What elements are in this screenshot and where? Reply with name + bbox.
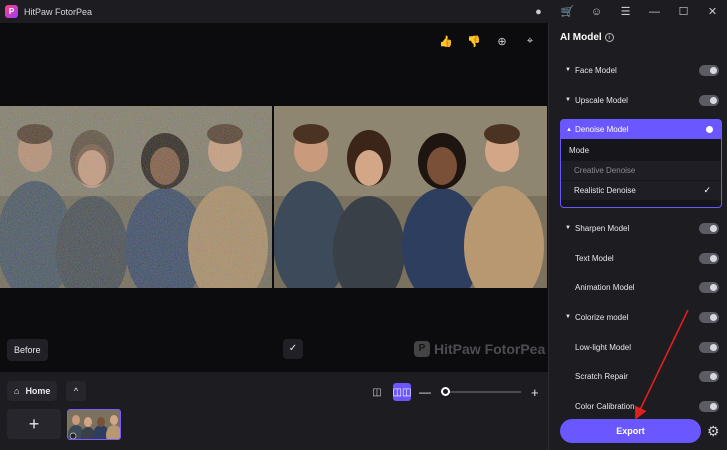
gear-icon[interactable]: ⚙ xyxy=(707,423,720,440)
model-row-denoise[interactable]: ▲ Denoise Model xyxy=(561,120,721,139)
before-image xyxy=(0,106,272,288)
model-label: Text Model xyxy=(575,253,614,263)
watermark-logo-icon: P xyxy=(414,341,430,357)
app-logo: P xyxy=(5,5,18,18)
zoom-out-icon[interactable]: — xyxy=(419,385,431,399)
close-icon[interactable]: ✕ xyxy=(698,5,727,18)
model-label: Low-light Model xyxy=(575,342,632,352)
model-label: Scratch Repair xyxy=(575,371,628,381)
watermark-text: HitPaw FotorPea xyxy=(434,341,546,357)
add-image-button[interactable]: + xyxy=(7,409,61,439)
watermark: P HitPaw FotorPea xyxy=(414,341,545,357)
model-row-sharpen[interactable]: ▼ Sharpen Model xyxy=(549,219,719,237)
discord-icon[interactable]: ● xyxy=(524,6,553,18)
bottom-bar: ⌂ Home ^ + ◫ ◫◫ — + xyxy=(0,372,548,450)
model-label: Animation Model xyxy=(575,282,635,292)
home-button[interactable]: ⌂ Home xyxy=(7,381,58,401)
app-title: HitPaw FotorPea xyxy=(24,6,93,17)
colorize-model-toggle[interactable] xyxy=(699,311,719,323)
collapse-up-button[interactable]: ^ xyxy=(66,381,86,401)
denoise-model-toggle[interactable] xyxy=(695,124,715,135)
model-label: Denoise Model xyxy=(575,125,629,134)
thumbs-down-icon[interactable]: 👎 xyxy=(466,35,482,48)
model-row-color-calibration[interactable]: Color Calibration xyxy=(549,397,719,415)
account-icon[interactable]: ☺ xyxy=(582,6,611,18)
model-row-animation[interactable]: Animation Model xyxy=(549,278,719,296)
mode-label: Mode xyxy=(569,146,590,155)
animation-model-toggle[interactable] xyxy=(699,281,719,293)
caret-icon: ▼ xyxy=(565,225,571,231)
zoom-slider[interactable] xyxy=(441,387,521,396)
side-by-side-view-icon[interactable]: ◫◫ xyxy=(393,383,411,401)
model-label: Color Calibration xyxy=(575,401,635,411)
color-calibration-toggle[interactable] xyxy=(699,400,719,412)
model-row-face[interactable]: ▼ Face Model xyxy=(549,61,719,79)
model-row-scratch-repair[interactable]: Scratch Repair xyxy=(549,367,719,385)
caret-up-icon: ▲ xyxy=(566,126,572,133)
crop-icon[interactable]: ⌖ xyxy=(522,35,538,48)
realistic-denoise-option[interactable]: Realistic Denoise ✓ xyxy=(561,181,721,200)
text-model-toggle[interactable] xyxy=(699,252,719,264)
before-button[interactable]: Before xyxy=(7,339,48,361)
model-label: Upscale Model xyxy=(575,95,628,105)
sharpen-model-toggle[interactable] xyxy=(699,222,719,234)
info-icon[interactable]: i xyxy=(604,32,614,42)
option-label: Realistic Denoise xyxy=(574,186,636,195)
maximize-icon[interactable]: ☐ xyxy=(669,5,698,18)
image-thumbnail[interactable] xyxy=(67,409,121,440)
confirm-check-button[interactable]: ✓ xyxy=(283,339,303,359)
title-bar: P HitPaw FotorPea ● 🛒 ☺ ☰ — ☐ ✕ xyxy=(0,0,727,23)
model-row-low-light[interactable]: Low-light Model xyxy=(549,338,719,356)
model-row-colorize[interactable]: ▼ Colorize model xyxy=(549,308,719,326)
home-label: Home xyxy=(25,386,51,396)
zoom-slider-knob[interactable] xyxy=(441,387,450,396)
home-icon: ⌂ xyxy=(14,386,20,396)
creative-denoise-option[interactable]: Creative Denoise xyxy=(561,161,721,180)
face-model-toggle[interactable] xyxy=(699,64,719,76)
menu-icon[interactable]: ☰ xyxy=(611,5,640,18)
model-label: Colorize model xyxy=(575,312,629,322)
model-row-upscale[interactable]: ▼ Upscale Model xyxy=(549,91,719,109)
export-button[interactable]: Export xyxy=(560,419,701,443)
ai-model-panel: AI Model i ▼ Face Model ▼ Upscale Model ▲… xyxy=(548,23,727,450)
caret-icon: ▼ xyxy=(565,67,571,73)
caret-icon: ▼ xyxy=(565,314,571,320)
thumbs-up-icon[interactable]: 👍 xyxy=(438,35,454,48)
zoom-in-icon[interactable]: ⊕ xyxy=(494,35,510,48)
upscale-model-toggle[interactable] xyxy=(699,94,719,106)
preview-canvas: 👍 👎 ⊕ ⌖ Before ✓ P HitPaw FotorPea xyxy=(0,23,548,372)
zoom-in-plus-icon[interactable]: + xyxy=(531,385,539,400)
panel-title-text: AI Model xyxy=(560,32,602,43)
model-label: Face Model xyxy=(575,65,617,75)
model-label: Sharpen Model xyxy=(575,223,630,233)
low-light-model-toggle[interactable] xyxy=(699,341,719,353)
scratch-repair-toggle[interactable] xyxy=(699,370,719,382)
denoise-model-section: ▲ Denoise Model Mode Creative Denoise Re… xyxy=(560,119,722,208)
caret-icon: ▼ xyxy=(565,97,571,103)
split-view-icon[interactable]: ◫ xyxy=(368,383,386,401)
after-image xyxy=(274,106,547,288)
model-row-text[interactable]: Text Model xyxy=(549,249,719,267)
option-label: Creative Denoise xyxy=(574,166,636,175)
cart-icon[interactable]: 🛒 xyxy=(553,5,582,18)
minimize-icon[interactable]: — xyxy=(640,6,669,18)
checkmark-icon: ✓ xyxy=(703,185,711,195)
panel-title: AI Model i xyxy=(560,32,614,43)
